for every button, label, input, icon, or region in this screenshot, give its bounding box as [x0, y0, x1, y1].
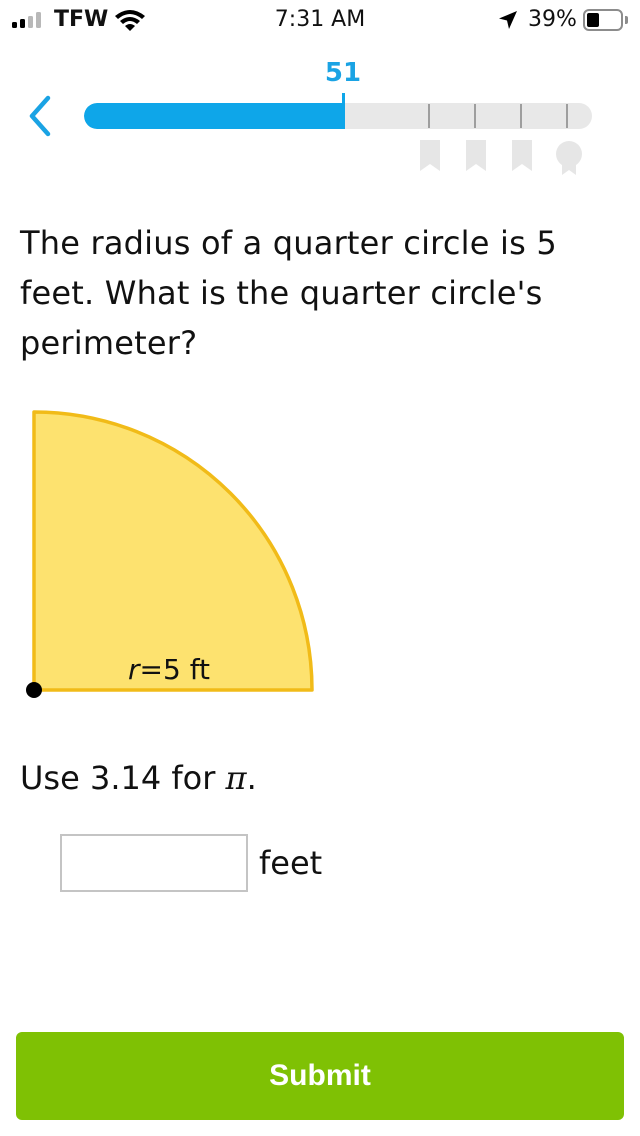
unit-label: feet — [259, 844, 323, 882]
progress-tick — [520, 104, 522, 128]
quarter-circle-shape — [32, 410, 314, 692]
location-arrow-icon — [499, 11, 517, 29]
back-button[interactable] — [22, 92, 62, 140]
progress-tick — [428, 104, 430, 128]
battery-percent: 39% — [528, 7, 577, 32]
battery-nub — [625, 16, 628, 24]
submit-button[interactable]: Submit — [16, 1032, 624, 1120]
bookmark-icon — [466, 140, 486, 171]
bookmark-icon — [512, 140, 532, 171]
pi-symbol: π — [225, 759, 247, 797]
bookmark-icon — [420, 140, 440, 171]
pi-instruction-suffix: . — [246, 759, 257, 797]
radius-value: =5 ft — [140, 653, 211, 686]
question-text: The radius of a quarter circle is 5 feet… — [20, 224, 557, 362]
quarter-circle-figure: r=5 ft — [26, 410, 314, 698]
smartscore-value: 51 — [324, 58, 362, 88]
pi-instruction-prefix: Use 3.14 for — [20, 759, 226, 797]
battery-icon — [583, 9, 623, 31]
progress-bar-fill — [84, 103, 343, 129]
radius-label: r=5 ft — [128, 653, 210, 686]
progress-marker — [342, 93, 345, 129]
pi-instruction: Use 3.14 for π. — [20, 757, 257, 799]
progress-bar — [84, 103, 592, 129]
center-point — [26, 682, 42, 698]
award-ribbon-icon — [556, 141, 582, 175]
battery-level — [587, 13, 599, 27]
progress-tick — [474, 104, 476, 128]
chevron-left-icon — [29, 95, 51, 137]
progress-tick — [566, 104, 568, 128]
answer-input[interactable] — [60, 834, 248, 892]
status-bar: TFW 7:31 AM 39% — [0, 0, 640, 40]
